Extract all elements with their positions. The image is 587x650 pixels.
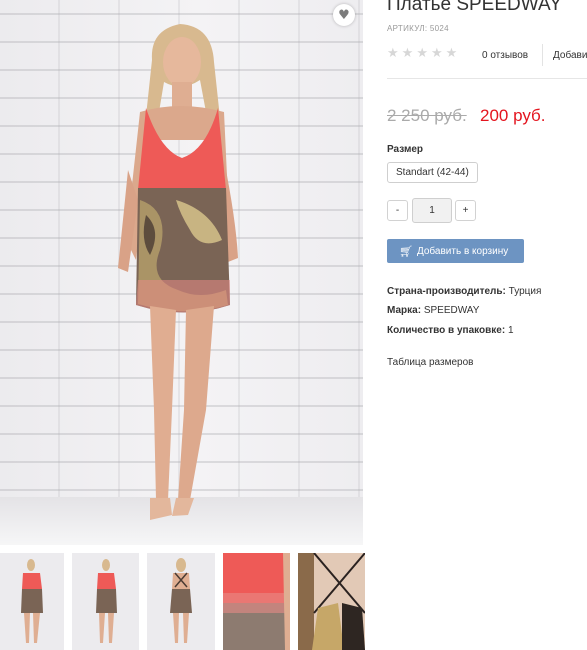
quantity-input[interactable] bbox=[412, 198, 452, 223]
property-name: Количество в упаковке: bbox=[387, 325, 506, 336]
property-value: Турция bbox=[508, 286, 542, 297]
divider bbox=[387, 78, 587, 79]
star-icon[interactable]: ★ bbox=[402, 46, 414, 62]
thumbnail-back-straps[interactable] bbox=[298, 553, 365, 650]
current-price: 200 руб. bbox=[480, 106, 546, 125]
thumbnail-strip bbox=[0, 553, 365, 650]
property-value: 1 bbox=[507, 325, 514, 336]
divider bbox=[542, 44, 543, 66]
size-label: Размер bbox=[387, 144, 424, 155]
property-brand: Марка: SPEEDWAY bbox=[387, 305, 479, 316]
model-illustration bbox=[118, 24, 238, 520]
thumbnail-front-2[interactable] bbox=[72, 553, 139, 650]
size-option-button[interactable]: Standart (42-44) bbox=[387, 162, 478, 183]
heart-icon: ♥ bbox=[338, 7, 350, 23]
add-to-cart-button[interactable]: 🛒︎ Добавить в корзину bbox=[387, 239, 524, 263]
quantity-decrease-button[interactable]: - bbox=[387, 200, 408, 221]
product-info: Платье SPEEDWAY АРТИКУЛ: 5024 ★ ★ ★ ★ ★ … bbox=[387, 0, 587, 650]
thumbnail-back[interactable] bbox=[147, 553, 215, 650]
main-product-image[interactable] bbox=[0, 0, 363, 545]
star-icon[interactable]: ★ bbox=[446, 46, 458, 62]
star-icon[interactable]: ★ bbox=[431, 46, 443, 62]
old-price: 2 250 руб. bbox=[387, 106, 467, 125]
add-to-cart-label: Добавить в корзину bbox=[416, 245, 509, 257]
quantity-increase-button[interactable]: + bbox=[455, 200, 476, 221]
thumbnail-fabric-detail[interactable] bbox=[223, 553, 290, 650]
property-country: Страна-производитель: Турция bbox=[387, 286, 541, 297]
star-icon[interactable]: ★ bbox=[416, 46, 428, 62]
reviews-count-link[interactable]: 0 отзывов bbox=[482, 50, 528, 61]
wishlist-button[interactable]: ♥ bbox=[333, 4, 355, 26]
add-review-link[interactable]: Добавить отзыв bbox=[553, 50, 587, 61]
star-icon[interactable]: ★ bbox=[387, 46, 399, 62]
size-table-link[interactable]: Таблица размеров bbox=[387, 357, 473, 368]
product-sku: АРТИКУЛ: 5024 bbox=[387, 24, 449, 33]
cart-icon: 🛒︎ bbox=[399, 244, 413, 258]
thumbnail-front[interactable] bbox=[0, 553, 64, 650]
rating-stars[interactable]: ★ ★ ★ ★ ★ bbox=[387, 46, 457, 62]
product-title: Платье SPEEDWAY bbox=[387, 0, 562, 15]
property-name: Марка: bbox=[387, 305, 422, 316]
property-value: SPEEDWAY bbox=[423, 305, 480, 316]
property-pack-quantity: Количество в упаковке: 1 bbox=[387, 325, 514, 336]
property-name: Страна-производитель: bbox=[387, 286, 506, 297]
